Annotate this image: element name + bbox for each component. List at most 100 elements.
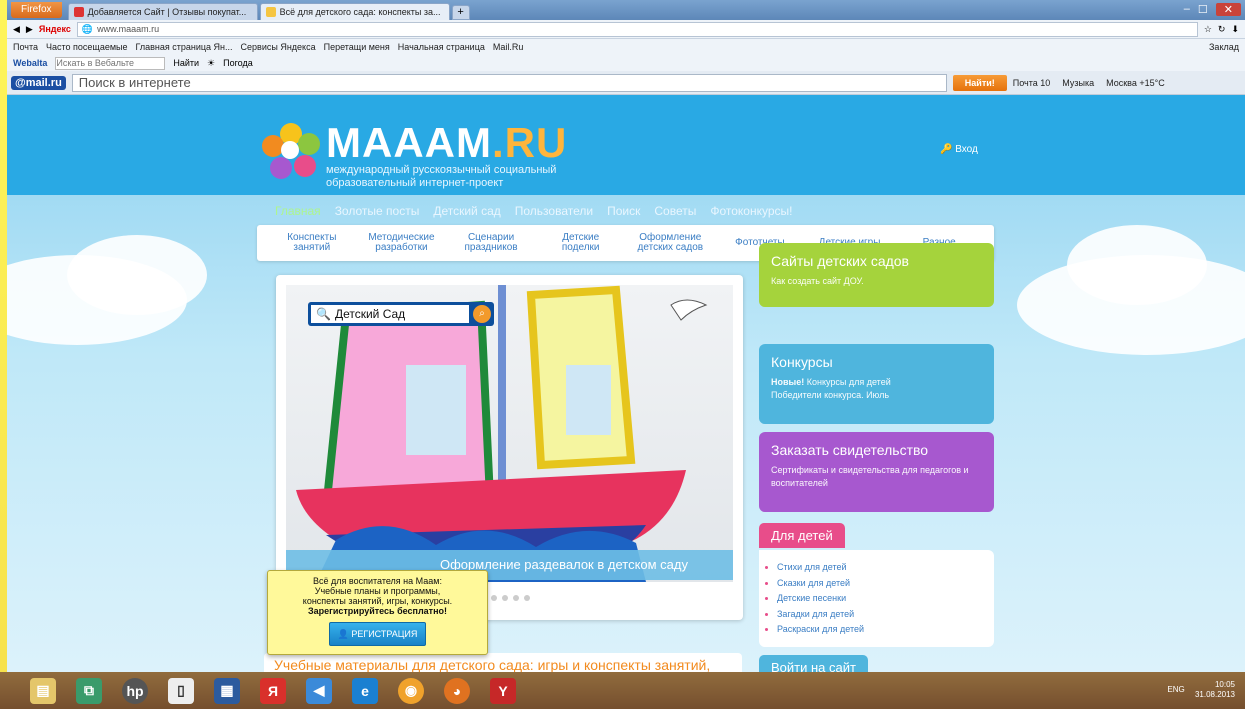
subnav-scripts[interactable]: Сценарии праздников: [451, 233, 531, 253]
popup-text: Учебные планы и программы,: [314, 586, 441, 596]
popup-text: Всё для воспитателя на Маам:: [313, 576, 442, 586]
list-item[interactable]: Детские песенки: [777, 591, 994, 607]
slide-search-button[interactable]: ⌕: [473, 305, 491, 323]
browser-window: Firefox Добавляется Сайт | Отзывы покупа…: [7, 0, 1245, 672]
card-desc: Как создать сайт ДОУ.: [771, 276, 864, 286]
music-link[interactable]: Музыка: [1062, 78, 1094, 88]
bookmark-item[interactable]: Часто посещаемые: [46, 42, 128, 52]
nav-kindergarten[interactable]: Детский сад: [433, 204, 500, 218]
nav-photo-contests[interactable]: Фотоконкурсы!: [710, 204, 792, 218]
tab-reviews[interactable]: Добавляется Сайт | Отзывы покупат...: [67, 3, 258, 20]
firefox-icon[interactable]: ◕: [444, 677, 470, 704]
yandex-browser-icon[interactable]: Y: [490, 677, 516, 704]
bookmark-item[interactable]: Перетащи меня: [324, 42, 390, 52]
subnav-decoration[interactable]: Оформление детских садов: [630, 233, 710, 253]
slider-pagination: [491, 595, 530, 601]
card-desc: Сертификаты и свидетельства для педагого…: [771, 465, 969, 488]
subnav-methods[interactable]: Методические разработки: [361, 233, 441, 253]
slide-search-value: Детский Сад: [334, 307, 406, 321]
tab-maaam[interactable]: Всё для детского сада: конспекты за...: [259, 3, 450, 20]
app-icon[interactable]: ⧉: [76, 677, 102, 704]
search-placeholder: Поиск в интернете: [78, 75, 191, 90]
url-bar[interactable]: 🌐 www.maaam.ru: [76, 21, 1198, 37]
site-header: MAAAM.RU международный русскоязычный соц…: [7, 95, 1245, 195]
nav-search[interactable]: Поиск: [607, 204, 640, 218]
back-arrow-icon[interactable]: ◀: [13, 24, 20, 35]
feature-heading[interactable]: Учебные материалы для детского сада: игр…: [264, 653, 742, 672]
card-title: Сайты детских садов: [771, 253, 909, 269]
popup-text: конспекты занятий, игры, конкурсы.: [302, 596, 453, 606]
logo-suffix: .RU: [491, 119, 568, 166]
weather-link[interactable]: Москва +15°C: [1106, 78, 1165, 88]
webalta-find-button[interactable]: Найти: [173, 58, 199, 68]
top-navigation: Главная Золотые посты Детский сад Пользо…: [275, 204, 792, 218]
clock-date[interactable]: 31.08.2013: [1195, 690, 1235, 700]
nav-users[interactable]: Пользователи: [515, 204, 593, 218]
bookmarks-menu[interactable]: Заклад: [1209, 42, 1239, 52]
kids-section-tag: Для детей: [759, 523, 845, 548]
list-item[interactable]: Сказки для детей: [777, 576, 994, 592]
subnav-lessons[interactable]: Конспекты занятий: [272, 233, 352, 253]
minimize-button[interactable]: –: [1184, 3, 1190, 16]
firefox-menu-button[interactable]: Firefox: [11, 2, 62, 18]
chrome-icon[interactable]: ◉: [398, 677, 424, 704]
nav-golden-posts[interactable]: Золотые посты: [335, 204, 420, 218]
card-certificate[interactable]: Заказать свидетельство Сертификаты и сви…: [759, 432, 994, 512]
bookmark-item[interactable]: Mail.Ru: [493, 42, 524, 52]
document-icon[interactable]: ▯: [168, 677, 194, 704]
list-item[interactable]: Раскраски для детей: [777, 622, 994, 638]
slide-photo[interactable]: 🔍 Детский Сад ⌕ Оформление раздевалок в …: [286, 285, 733, 582]
site-favicon-icon: [73, 7, 84, 17]
media-icon[interactable]: ▦: [214, 677, 240, 704]
slider-dot[interactable]: [491, 595, 497, 601]
webalta-toolbar: Webalta Найти ☀ Погода: [7, 55, 1245, 71]
explorer-icon[interactable]: ▤: [30, 677, 56, 704]
list-item[interactable]: Стихи для детей: [777, 560, 994, 576]
new-badge: Новые!: [771, 377, 805, 387]
register-button[interactable]: 👤 РЕГИСТРАЦИЯ: [328, 622, 427, 646]
card-kindergarten-sites[interactable]: Сайты детских садов Как создать сайт ДОУ…: [759, 243, 994, 307]
slider-dot[interactable]: [502, 595, 508, 601]
mailru-logo[interactable]: @mail.ru: [11, 75, 66, 90]
slider-dot[interactable]: [524, 595, 530, 601]
slide-search-input[interactable]: 🔍 Детский Сад: [311, 305, 469, 323]
yandex-logo[interactable]: Яндекс: [39, 24, 71, 34]
card-contests[interactable]: Конкурсы Новые! Конкурсы для детей Побед…: [759, 344, 994, 424]
weather-link[interactable]: Погода: [223, 58, 253, 68]
mailru-find-button[interactable]: Найти!: [952, 74, 1007, 91]
star-icon[interactable]: ☆: [1204, 24, 1212, 35]
speaker-icon[interactable]: ◀: [306, 677, 332, 704]
lang-indicator[interactable]: ENG: [1167, 685, 1184, 694]
close-button[interactable]: ✕: [1215, 3, 1241, 16]
login-tag[interactable]: Войти на сайт: [759, 655, 868, 672]
bookmark-item[interactable]: Главная страница Ян...: [136, 42, 233, 52]
download-icon[interactable]: ⬇: [1231, 24, 1239, 35]
reload-icon[interactable]: ↻: [1218, 24, 1226, 35]
bookmark-item[interactable]: Сервисы Яндекса: [241, 42, 316, 52]
maximize-button[interactable]: ☐: [1198, 3, 1208, 16]
site-logo[interactable]: MAAAM.RU международный русскоязычный соц…: [262, 122, 567, 189]
forward-arrow-icon[interactable]: ▶: [26, 24, 33, 35]
slider-dot[interactable]: [513, 595, 519, 601]
clock-time[interactable]: 10:05: [1195, 680, 1235, 690]
bookmark-item[interactable]: Начальная страница: [398, 42, 485, 52]
nav-tips[interactable]: Советы: [654, 204, 696, 218]
webalta-search-input[interactable]: [55, 56, 166, 70]
new-tab-button[interactable]: +: [451, 5, 470, 20]
ie-icon[interactable]: e: [352, 677, 378, 704]
kids-list: Стихи для детей Сказки для детей Детские…: [759, 550, 994, 647]
login-link[interactable]: 🔑 Вход: [940, 144, 978, 155]
user-icon: 👤: [337, 629, 349, 639]
window-controls: – ☐ ✕: [1184, 3, 1241, 16]
hp-icon[interactable]: hp: [122, 677, 148, 704]
logo-subtitle-2: образовательный интернет-проект: [326, 177, 504, 189]
mailru-search-input[interactable]: Поиск в интернете: [71, 73, 947, 92]
yandex-icon[interactable]: Я: [260, 677, 286, 704]
login-label: Вход: [955, 144, 978, 155]
bookmark-item[interactable]: Почта: [13, 42, 38, 52]
featured-slider: 🔍 Детский Сад ⌕ Оформление раздевалок в …: [276, 275, 743, 620]
mail-link[interactable]: Почта 10: [1013, 78, 1051, 88]
subnav-crafts[interactable]: Детские поделки: [541, 233, 621, 253]
list-item[interactable]: Загадки для детей: [777, 607, 994, 623]
nav-home[interactable]: Главная: [275, 204, 321, 218]
